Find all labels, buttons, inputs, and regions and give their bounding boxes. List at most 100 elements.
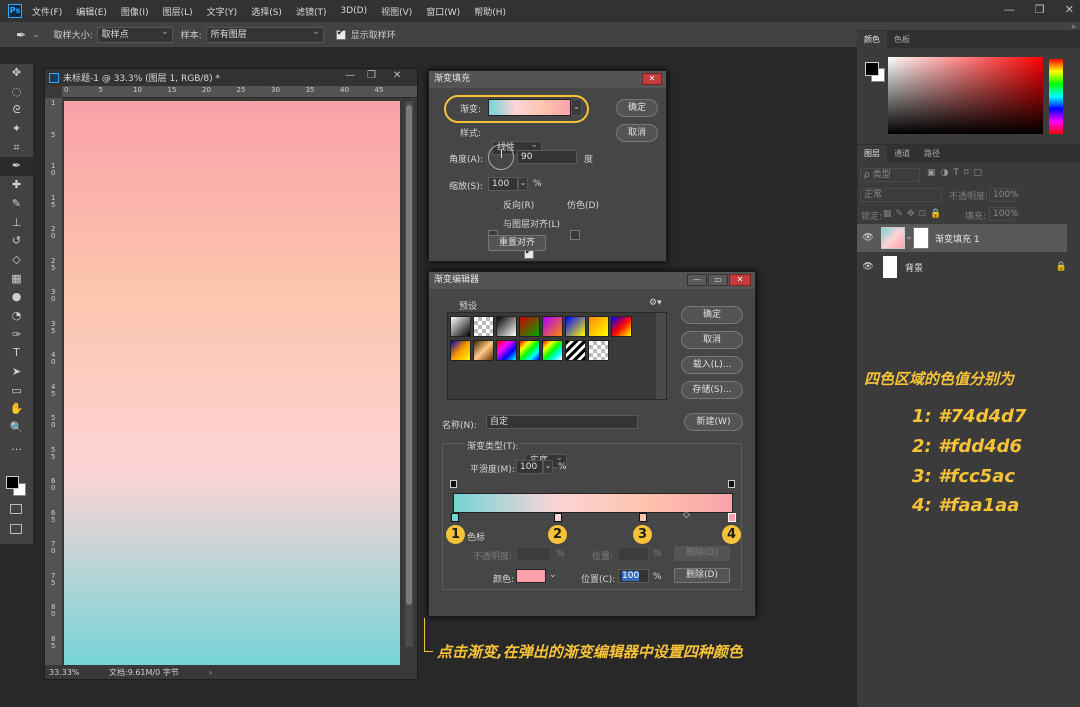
quick-mask-icon[interactable] [10, 504, 22, 514]
new-button[interactable]: 新建(W) [684, 413, 743, 431]
opacity-stop-right[interactable] [728, 480, 735, 488]
angle-input[interactable]: 90 [517, 150, 577, 164]
dither-checkbox[interactable] [569, 230, 580, 240]
menu-view[interactable]: 视图(V) [381, 5, 412, 18]
layer-opacity-input[interactable]: 100% [989, 188, 1019, 202]
gradient-icon[interactable]: ▦ [0, 270, 33, 289]
layer-name[interactable]: 背景 [905, 261, 923, 274]
lock-icons[interactable]: ▦✎✥⊡🔒 [883, 209, 945, 219]
gradient-preset-swatch[interactable] [611, 316, 632, 337]
scale-input[interactable]: 100 [488, 177, 518, 191]
editor-minimize-icon[interactable]: — [687, 274, 707, 286]
eraser-icon[interactable]: ◇ [0, 251, 33, 270]
hand-icon[interactable]: ✋ [0, 400, 33, 419]
color-spectrum-field[interactable] [888, 57, 1043, 134]
gradient-preset-swatch[interactable] [542, 340, 563, 361]
tab-paths[interactable]: 路径 [917, 145, 947, 162]
doc-restore-icon[interactable]: ❐ [367, 70, 376, 81]
show-ring-checkbox[interactable] [335, 28, 346, 40]
gradient-preset-swatch[interactable] [496, 316, 517, 337]
smoothness-input[interactable]: 100 [516, 460, 543, 474]
gradient-preset-swatch[interactable] [450, 316, 471, 337]
fill-cancel-button[interactable]: 取消 [616, 124, 658, 142]
marquee-icon[interactable]: ◌ [0, 83, 33, 102]
load-button[interactable]: 载入(L)... [681, 356, 743, 374]
lasso-icon[interactable]: ᘓ [0, 101, 33, 120]
tab-color[interactable]: 颜色 [857, 31, 887, 48]
layer-name[interactable]: 渐变填充 1 [935, 232, 980, 245]
stop-color-swatch[interactable] [516, 569, 546, 583]
visibility-eye-icon[interactable]: 👁 [857, 233, 879, 243]
menu-window[interactable]: 窗口(W) [426, 5, 460, 18]
name-input[interactable]: 自定 [486, 415, 638, 429]
stop-color-chevron-icon[interactable]: ⌄ [549, 570, 557, 580]
gradient-preset-swatch[interactable] [565, 316, 586, 337]
close-icon[interactable]: ✕ [1065, 3, 1074, 16]
sample-select[interactable]: 所有图层 [205, 25, 324, 43]
angle-dial[interactable] [488, 144, 514, 170]
path-select-icon[interactable]: ➤ [0, 363, 33, 382]
gradient-preset-swatch[interactable] [519, 340, 540, 361]
layer-filter-select[interactable]: ρ 类型 [860, 168, 920, 182]
editor-ok-button[interactable]: 确定 [681, 306, 743, 324]
menu-select[interactable]: 选择(S) [251, 5, 282, 18]
zoom-icon[interactable]: 🔍 [0, 419, 33, 438]
menu-help[interactable]: 帮助(H) [474, 5, 506, 18]
crop-icon[interactable]: ⌗ [0, 139, 33, 158]
save-button[interactable]: 存储(S)... [681, 381, 743, 399]
gradient-preset-swatch[interactable] [519, 316, 540, 337]
dodge-icon[interactable]: ◔ [0, 307, 33, 326]
vertical-scrollbar[interactable] [405, 101, 413, 647]
eyedropper-icon[interactable]: ✒ [0, 157, 33, 177]
reset-align-button[interactable]: 重置对齐 [488, 235, 546, 251]
menu-edit[interactable]: 编辑(E) [76, 5, 107, 18]
presets-scrollbar[interactable] [656, 313, 666, 399]
visibility-eye-icon[interactable]: 👁 [857, 262, 879, 272]
editor-maximize-icon[interactable]: ▭ [708, 274, 728, 286]
minimize-icon[interactable]: — [1004, 3, 1015, 16]
midpoint-diamond-icon[interactable]: ◇ [683, 510, 690, 520]
gradient-preset-swatch[interactable] [473, 316, 494, 337]
menu-layer[interactable]: 图层(L) [163, 5, 193, 18]
delete-color-stop-button[interactable]: 删除(D) [674, 568, 730, 583]
menu-3d[interactable]: 3D(D) [340, 6, 367, 16]
gradient-preset-swatch[interactable] [496, 340, 517, 361]
scale-dropdown-icon[interactable]: ⌄ [518, 177, 528, 191]
gradient-fill-title[interactable]: 渐变填充 ✕ [429, 71, 666, 88]
foreground-color-swatch[interactable] [6, 476, 19, 489]
tab-channels[interactable]: 通道 [887, 145, 917, 162]
restore-icon[interactable]: ❐ [1035, 3, 1045, 16]
gradient-ramp-bar[interactable] [453, 493, 733, 513]
color-stop-2[interactable] [554, 513, 562, 522]
gradient-preset-swatch[interactable] [565, 340, 586, 361]
color-stop-3[interactable] [639, 513, 647, 522]
color-stop-4[interactable] [728, 513, 736, 522]
hue-slider[interactable] [1049, 59, 1063, 134]
type-icon[interactable]: T [0, 344, 33, 363]
move-icon[interactable]: ✥ [0, 64, 33, 83]
menu-image[interactable]: 图像(I) [121, 5, 149, 18]
layer-filter-icons[interactable]: ▣◑T⌑▢ [927, 168, 987, 178]
gradient-preset-swatch[interactable] [588, 340, 609, 361]
presets-gear-icon[interactable]: ⚙▾ [649, 298, 662, 308]
fill-input[interactable]: 100% [989, 207, 1019, 221]
gradient-canvas[interactable] [64, 101, 400, 666]
foreground-color-chip[interactable] [865, 62, 879, 76]
shape-icon[interactable]: ▭ [0, 382, 33, 401]
fill-ok-button[interactable]: 确定 [616, 99, 658, 117]
history-brush-icon[interactable]: ↺ [0, 232, 33, 251]
gradient-editor-title[interactable]: 渐变编辑器 — ▭ ✕ [429, 272, 755, 289]
document-titlebar[interactable]: 未标题-1 @ 33.3% (图层 1, RGB/8) * — ❐ ✕ [45, 69, 417, 86]
layer-row-gradient-fill[interactable]: 👁 ∞ 渐变填充 1 [857, 224, 1067, 252]
smoothness-dropdown-icon[interactable]: ⌄ [543, 460, 553, 474]
blur-icon[interactable]: ● [0, 288, 33, 307]
doc-close-icon[interactable]: ✕ [393, 70, 401, 81]
more-icon[interactable]: … [0, 438, 33, 457]
stop-color-location-input[interactable]: 100 [618, 569, 649, 583]
panel-collapse-icon[interactable]: » [1071, 22, 1076, 31]
gradient-preset-swatch[interactable] [473, 340, 494, 361]
gradient-preset-swatch[interactable] [588, 316, 609, 337]
tab-layers[interactable]: 图层 [857, 145, 887, 162]
healing-icon[interactable]: ✚ [0, 176, 33, 195]
brush-icon[interactable]: ✎ [0, 195, 33, 214]
